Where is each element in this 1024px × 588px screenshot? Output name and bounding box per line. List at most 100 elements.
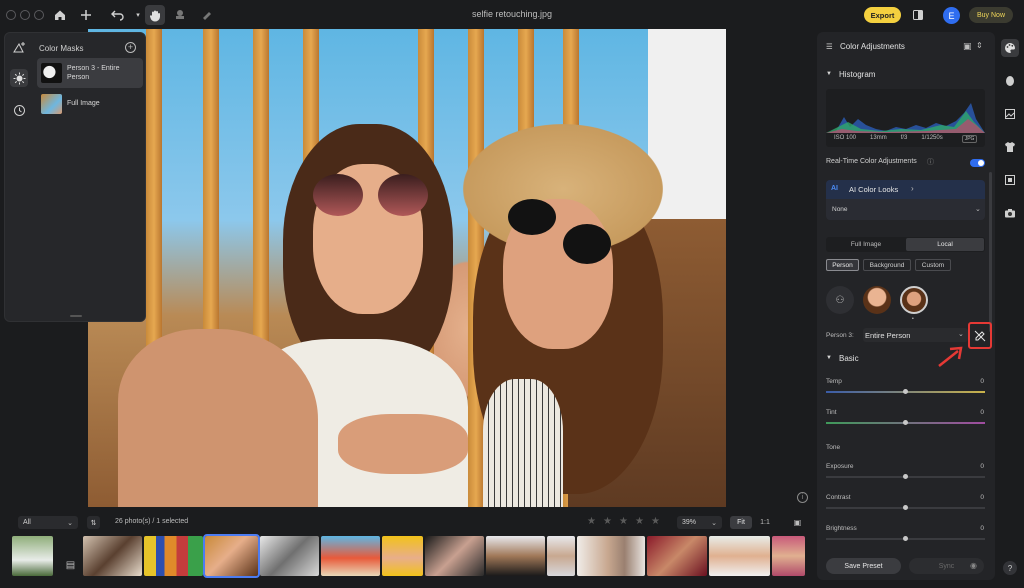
- panel-scrollbar[interactable]: [989, 172, 992, 332]
- filmstrip-thumbnail[interactable]: [260, 536, 319, 576]
- palette-icon[interactable]: [1001, 39, 1019, 57]
- face-retouch-icon[interactable]: [1001, 72, 1019, 90]
- save-preset-button[interactable]: Save Preset: [826, 558, 901, 574]
- filmstrip-thumbnail[interactable]: [382, 536, 423, 576]
- filmstrip-thumbnail[interactable]: [425, 536, 484, 576]
- tint-value: 0: [980, 409, 984, 416]
- history-icon[interactable]: [10, 101, 28, 119]
- filter-select[interactable]: All ⌄: [18, 516, 78, 529]
- add-mask-button[interactable]: +: [125, 42, 136, 53]
- filmstrip-thumbnail[interactable]: [486, 536, 545, 576]
- tint-slider-knob[interactable]: [903, 420, 908, 425]
- chip-custom[interactable]: Custom: [915, 259, 951, 271]
- filmstrip-thumbnail[interactable]: [144, 536, 203, 576]
- star-icon[interactable]: ★: [635, 516, 644, 527]
- panel-layout-icon[interactable]: ▣: [963, 41, 972, 52]
- person-mask-select[interactable]: Entire Person ⌄: [863, 328, 968, 342]
- person-face-3[interactable]: [900, 286, 928, 314]
- contrast-slider-knob[interactable]: [903, 505, 908, 510]
- filmstrip-thumbnail[interactable]: [647, 536, 707, 576]
- add-mask-tool-icon[interactable]: [10, 38, 28, 56]
- zoom-value: 39%: [682, 519, 697, 526]
- filmstrip-thumbnail[interactable]: [203, 534, 260, 578]
- zoom-window-button[interactable]: [34, 10, 44, 20]
- star-icon[interactable]: ★: [603, 516, 612, 527]
- compare-icon[interactable]: [908, 5, 928, 25]
- format-badge: JPG: [961, 135, 978, 143]
- tone-label: Tone: [826, 444, 841, 451]
- ai-looks-title: AI Color Looks: [849, 185, 899, 194]
- filmstrip-thumbnail[interactable]: [772, 536, 805, 576]
- filmstrip-thumbnail[interactable]: [709, 536, 770, 576]
- chevron-down-icon: ⌄: [958, 331, 964, 338]
- add-person-icon[interactable]: ⚇: [826, 286, 854, 314]
- filmstrip-thumbnail[interactable]: [83, 536, 142, 576]
- chip-background[interactable]: Background: [863, 259, 911, 271]
- star-icon[interactable]: ★: [619, 516, 628, 527]
- tab-local[interactable]: Local: [906, 238, 984, 251]
- undo-icon[interactable]: [108, 5, 128, 25]
- zoom-select[interactable]: 39% ⌄: [677, 516, 722, 529]
- crop-icon[interactable]: [1001, 171, 1019, 189]
- tint-label: Tint: [826, 409, 837, 416]
- minimize-window-button[interactable]: [20, 10, 30, 20]
- mask-item-person[interactable]: Person 3 - Entire Person: [37, 58, 143, 88]
- filmstrip-thumbnail[interactable]: [12, 536, 53, 576]
- mask-item-full-image[interactable]: Full Image: [37, 89, 143, 119]
- basic-title: Basic: [839, 354, 859, 363]
- close-window-button[interactable]: [6, 10, 16, 20]
- collapse-triangle-icon[interactable]: ▼: [826, 71, 832, 77]
- brightness-slider-knob[interactable]: [903, 536, 908, 541]
- temp-slider-knob[interactable]: [903, 389, 908, 394]
- panel-title: Color Adjustments: [840, 42, 905, 51]
- ai-color-looks: AI AI Color Looks › None ⌄: [826, 180, 985, 220]
- panel-toggle-icon[interactable]: ▣: [791, 516, 804, 529]
- edit-mask-icon[interactable]: [972, 329, 988, 343]
- resize-grip[interactable]: [70, 315, 82, 317]
- mask-thumbnail: [41, 63, 62, 83]
- help-icon[interactable]: ?: [1003, 561, 1017, 575]
- realtime-toggle[interactable]: [970, 159, 985, 167]
- body-shirt-icon[interactable]: [1001, 138, 1019, 156]
- background-icon[interactable]: [1001, 105, 1019, 123]
- stamp-icon[interactable]: [170, 5, 190, 25]
- ai-looks-header[interactable]: AI AI Color Looks ›: [826, 180, 985, 199]
- export-button[interactable]: Export: [864, 7, 901, 23]
- ai-looks-select[interactable]: None ⌄: [826, 200, 985, 220]
- image-folder-icon[interactable]: ▤: [64, 559, 77, 572]
- hand-icon[interactable]: [145, 5, 165, 25]
- person-label: Person 3:: [826, 332, 854, 339]
- camera-icon[interactable]: [1001, 204, 1019, 222]
- person-face-2[interactable]: [863, 286, 891, 314]
- photo-canvas[interactable]: [88, 29, 726, 507]
- actual-size-button[interactable]: 1:1: [754, 516, 776, 529]
- selected-dot: •: [912, 316, 914, 322]
- filmstrip-thumbnail[interactable]: [547, 536, 575, 576]
- sort-icon[interactable]: ⇅: [87, 516, 100, 529]
- filmstrip-thumbnail[interactable]: [321, 536, 380, 576]
- sync-settings-icon[interactable]: ◉: [970, 561, 977, 570]
- exif-info: ISO 100 13mm f/3 1/1250s JPG: [834, 135, 978, 143]
- avatar[interactable]: E: [943, 7, 960, 24]
- tab-full-image[interactable]: Full Image: [827, 238, 905, 251]
- contrast-label: Contrast: [826, 494, 851, 501]
- iso-value: ISO 100: [834, 135, 857, 141]
- info-icon[interactable]: i: [797, 492, 808, 503]
- star-icon[interactable]: ★: [587, 516, 596, 527]
- filter-value: All: [23, 519, 31, 526]
- chevron-right-icon: ›: [911, 184, 914, 193]
- chip-person[interactable]: Person: [826, 259, 859, 271]
- star-icon[interactable]: ★: [651, 516, 660, 527]
- buy-now-button[interactable]: Buy Now: [969, 7, 1013, 23]
- plus-icon[interactable]: [76, 5, 96, 25]
- eraser-icon[interactable]: [197, 5, 217, 25]
- title-bar: ▾ selfie retouching.jpg Export E Buy Now: [0, 0, 1024, 30]
- chevron-updown-icon[interactable]: ⇕: [976, 41, 983, 50]
- home-icon[interactable]: [50, 5, 70, 25]
- collapse-triangle-icon[interactable]: ▼: [826, 355, 832, 361]
- color-masks-icon[interactable]: [10, 69, 28, 87]
- fit-button[interactable]: Fit: [730, 516, 752, 529]
- info-icon[interactable]: ⓘ: [927, 157, 934, 167]
- filmstrip-thumbnail[interactable]: [577, 536, 645, 576]
- exposure-slider-knob[interactable]: [903, 474, 908, 479]
